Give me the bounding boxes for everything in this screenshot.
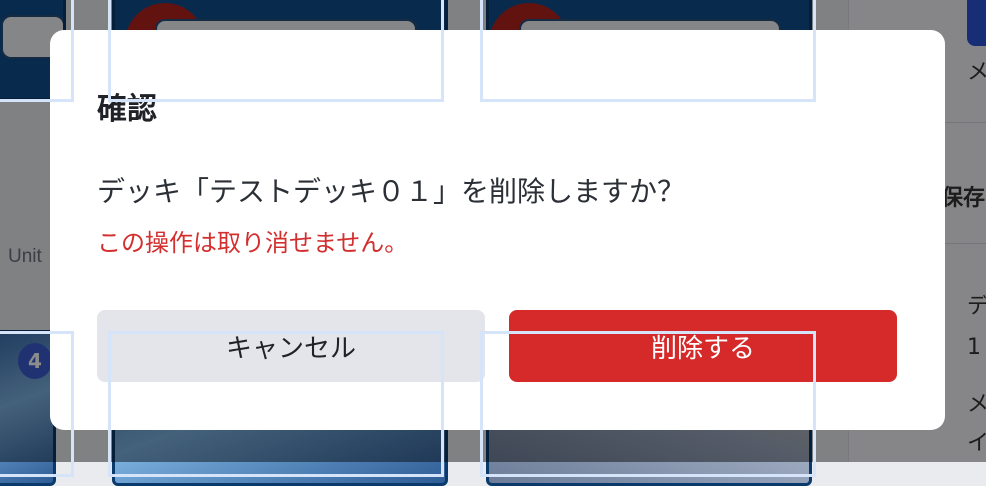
cancel-button[interactable]: キャンセル bbox=[97, 310, 485, 382]
confirm-dialog: 確認 デッキ「テストデッキ０１」を削除しますか？ この操作は取り消せません。 キ… bbox=[50, 30, 945, 430]
dialog-title: 確認 bbox=[97, 92, 157, 127]
delete-button[interactable]: 削除する bbox=[509, 310, 897, 382]
dialog-message: デッキ「テストデッキ０１」を削除しますか？ bbox=[97, 175, 686, 208]
dialog-warning: この操作は取り消せません。 bbox=[97, 229, 409, 257]
